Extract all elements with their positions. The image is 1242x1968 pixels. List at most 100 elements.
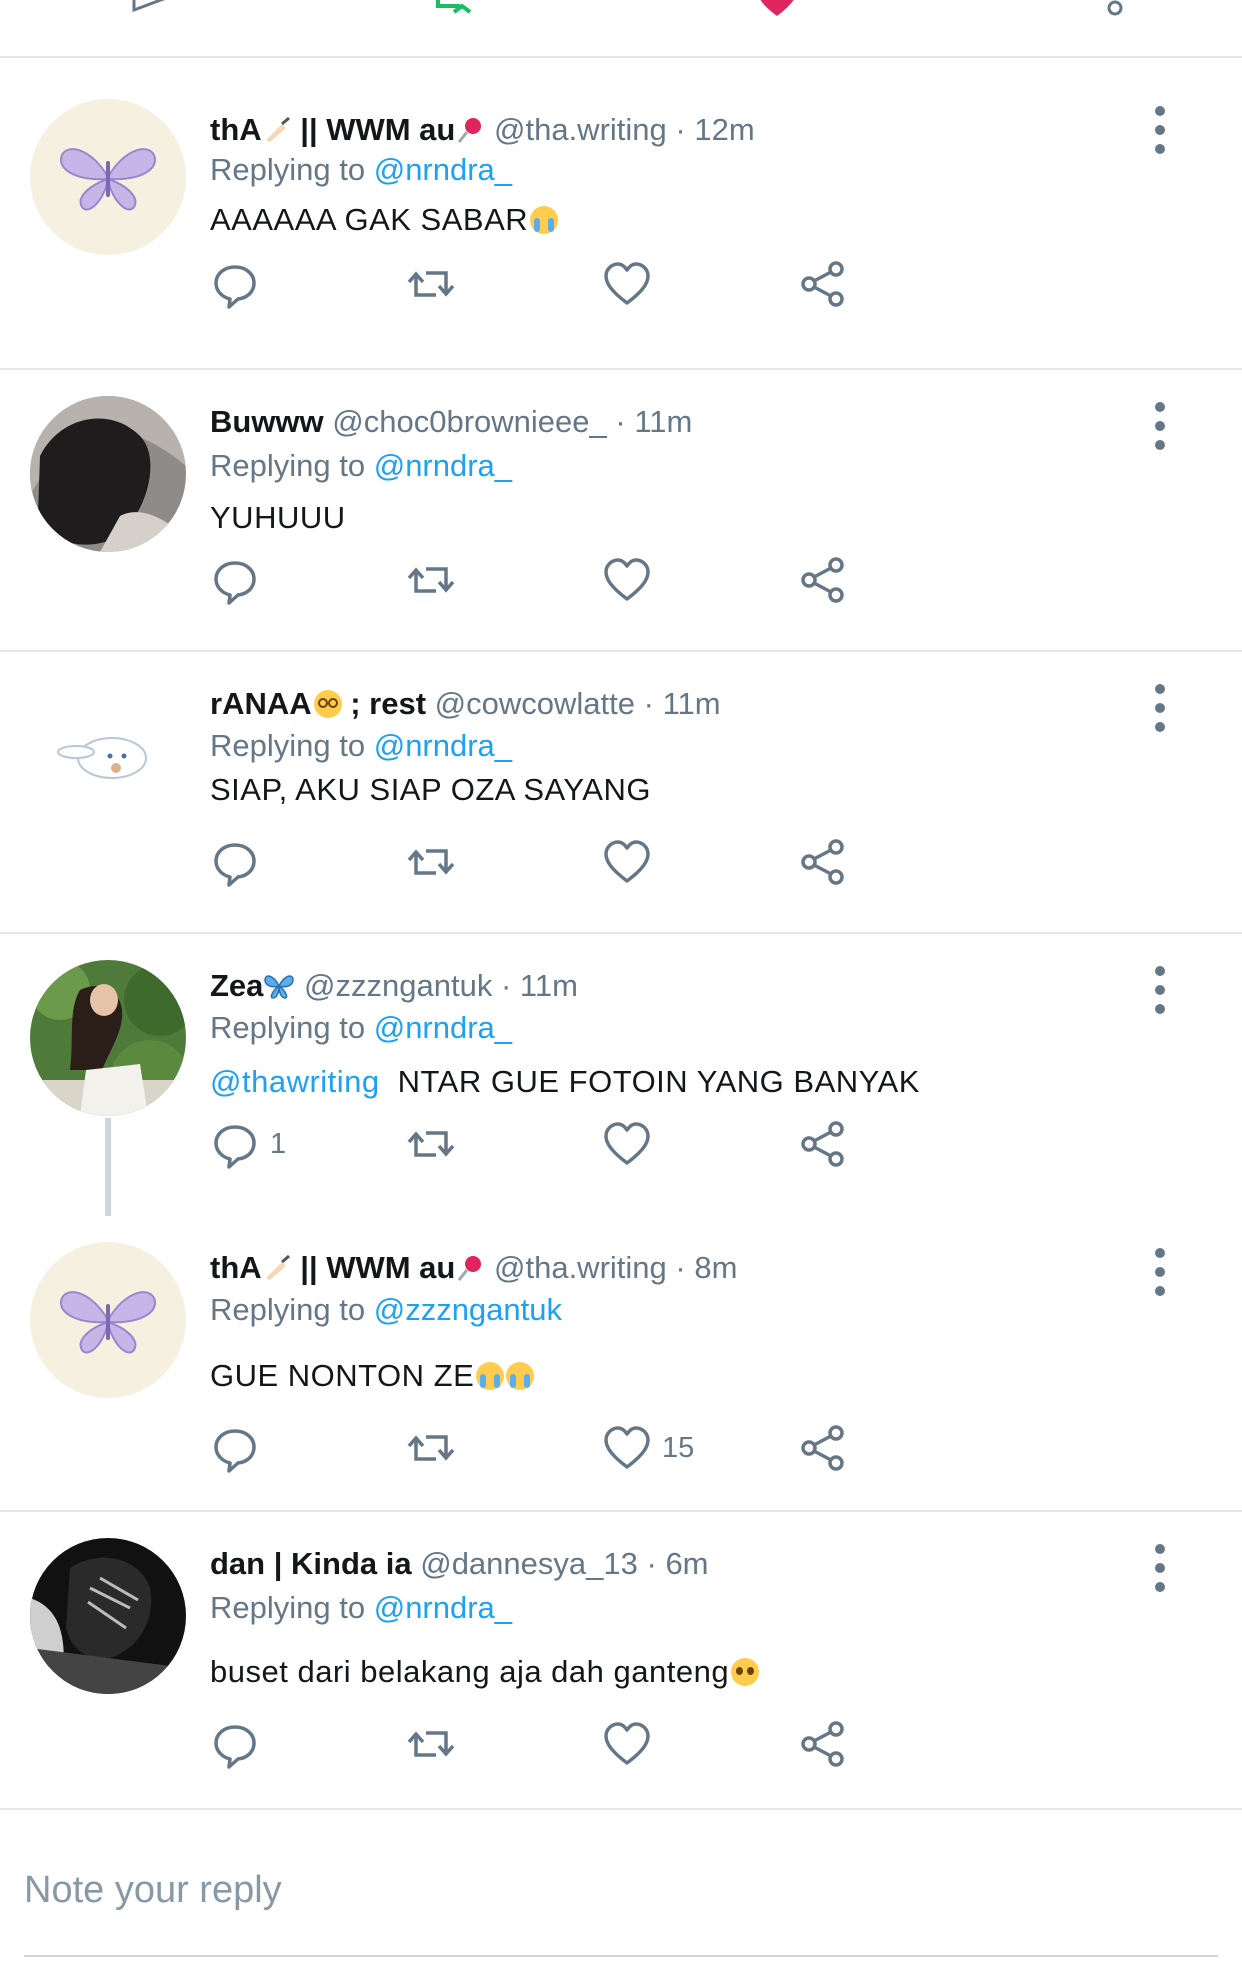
- butterfly-avatar-image: [30, 99, 186, 255]
- share-button[interactable]: [798, 1420, 848, 1476]
- display-name-suffix[interactable]: || WWM au: [292, 1250, 455, 1285]
- more-options-icon[interactable]: [1150, 106, 1170, 154]
- reply-icon: [214, 1429, 256, 1473]
- reply-button[interactable]: [210, 256, 260, 312]
- timestamp[interactable]: 11m: [663, 686, 721, 721]
- tweet-body: GUE NONTON ZE: [210, 1358, 475, 1393]
- loudly-crying-emoji-icon: [530, 206, 559, 234]
- retweet-button[interactable]: [406, 552, 456, 608]
- butterfly-avatar-image: [30, 1242, 186, 1398]
- reply-input[interactable]: [24, 1860, 1214, 1920]
- share-button[interactable]: [798, 1716, 848, 1772]
- tweet-header: thA || WWM au @tha.writing · 12m: [210, 110, 755, 150]
- heart-icon: [604, 262, 650, 305]
- avatar[interactable]: [30, 678, 186, 834]
- like-button[interactable]: 15: [602, 1420, 694, 1476]
- display-name[interactable]: dan | Kinda ia: [210, 1546, 412, 1581]
- display-name[interactable]: thA: [210, 1250, 262, 1285]
- retweet-button[interactable]: [406, 1420, 456, 1476]
- share-button[interactable]: [798, 552, 848, 608]
- retweet-button[interactable]: [406, 1716, 456, 1772]
- retweet-icon-active[interactable]: [430, 0, 480, 18]
- retweet-button[interactable]: [406, 834, 456, 890]
- reply-button[interactable]: [210, 1716, 260, 1772]
- timestamp[interactable]: 11m: [634, 404, 692, 439]
- avatar[interactable]: [30, 396, 186, 552]
- reply-button[interactable]: [210, 1420, 260, 1476]
- share-icon[interactable]: [1100, 0, 1130, 18]
- tweet-item[interactable]: dan | Kinda ia @dannesya_13 · 6m Replyin…: [0, 1512, 1242, 1810]
- photo-avatar-bw-image: [30, 1538, 186, 1694]
- timestamp[interactable]: 11m: [520, 968, 578, 1003]
- tweet-item[interactable]: thA || WWM au @tha.writing · 8m Replying…: [0, 1216, 1242, 1512]
- user-handle[interactable]: @tha.writing: [494, 1250, 667, 1285]
- reply-composer: [0, 1810, 1242, 1968]
- user-handle[interactable]: @zzzngantuk: [304, 968, 492, 1003]
- more-options-icon[interactable]: [1150, 1248, 1170, 1296]
- avatar[interactable]: [30, 99, 186, 255]
- like-button[interactable]: [602, 1116, 652, 1172]
- like-button[interactable]: [602, 1716, 652, 1772]
- display-name[interactable]: thA: [210, 112, 262, 147]
- reply-button[interactable]: [210, 834, 260, 890]
- reply-button[interactable]: [210, 552, 260, 608]
- timestamp[interactable]: 8m: [694, 1250, 737, 1285]
- retweet-button[interactable]: [406, 1116, 456, 1172]
- retweet-icon: [407, 1435, 455, 1461]
- share-icon: [801, 1425, 844, 1471]
- replying-mention-link[interactable]: @nrndra_: [374, 152, 512, 187]
- replying-mention-link[interactable]: @nrndra_: [374, 728, 512, 763]
- more-options-icon[interactable]: [1150, 402, 1170, 450]
- like-button[interactable]: [602, 552, 652, 608]
- tweet-item[interactable]: Buwww @choc0brownieee_ · 11m Replying to…: [0, 370, 1242, 652]
- like-icon-active[interactable]: [755, 0, 799, 18]
- more-options-icon[interactable]: [1150, 1544, 1170, 1592]
- replying-mention-link[interactable]: @nrndra_: [374, 1590, 512, 1625]
- user-handle[interactable]: @tha.writing: [494, 112, 667, 147]
- loudly-crying-emoji-icon: [476, 1362, 505, 1390]
- tweet-body: NTAR GUE FOTOIN YANG BANYAK: [397, 1064, 920, 1099]
- cinnamoroll-avatar-image: [30, 678, 186, 834]
- more-options-icon[interactable]: [1150, 966, 1170, 1014]
- retweet-button[interactable]: [406, 256, 456, 312]
- retweet-icon: [407, 271, 455, 297]
- replying-mention-link[interactable]: @nrndra_: [374, 1010, 512, 1045]
- reply-button[interactable]: 1: [210, 1116, 286, 1172]
- writing-hand-emoji-icon: [265, 1254, 290, 1280]
- avatar[interactable]: [30, 1242, 186, 1398]
- like-count: 15: [662, 1431, 695, 1464]
- user-handle[interactable]: @choc0brownieee_: [332, 404, 606, 439]
- replying-mention-link[interactable]: @nrndra_: [374, 448, 512, 483]
- reply-icon[interactable]: [130, 0, 170, 18]
- display-name[interactable]: Buwww: [210, 404, 324, 439]
- user-handle[interactable]: @cowcowlatte: [435, 686, 635, 721]
- display-name[interactable]: Zea: [210, 968, 263, 1003]
- tweet-item[interactable]: Zea @zzzngantuk · 11m Replying to @nrndr…: [0, 934, 1242, 1216]
- share-icon: [801, 839, 844, 885]
- share-icon: [801, 557, 844, 603]
- user-handle[interactable]: @dannesya_13: [420, 1546, 638, 1581]
- timestamp[interactable]: 6m: [665, 1546, 708, 1581]
- retweet-icon: [407, 1131, 455, 1157]
- display-name-suffix[interactable]: ; rest: [342, 686, 426, 721]
- avatar[interactable]: [30, 960, 186, 1116]
- replying-to: Replying to @nrndra_: [210, 1008, 512, 1048]
- replying-mention-link[interactable]: @zzzngantuk: [374, 1292, 562, 1327]
- tweet-item[interactable]: rANAA ; rest @cowcowlatte · 11m Replying…: [0, 652, 1242, 934]
- loudly-crying-emoji-icon: [506, 1362, 535, 1390]
- avatar[interactable]: [30, 1538, 186, 1694]
- replying-prefix: Replying to: [210, 1292, 366, 1327]
- body-mention-link[interactable]: @thawriting: [210, 1064, 380, 1099]
- more-options-icon[interactable]: [1150, 684, 1170, 732]
- tweet-text: @thawriting NTAR GUE FOTOIN YANG BANYAK: [210, 1062, 920, 1102]
- share-button[interactable]: [798, 1116, 848, 1172]
- share-button[interactable]: [798, 256, 848, 312]
- timestamp[interactable]: 12m: [694, 112, 754, 147]
- tweet-item[interactable]: thA || WWM au @tha.writing · 12m Replyin…: [0, 56, 1242, 370]
- reply-icon: [214, 1125, 256, 1169]
- share-button[interactable]: [798, 834, 848, 890]
- display-name[interactable]: rANAA: [210, 686, 312, 721]
- display-name-suffix[interactable]: || WWM au: [292, 112, 455, 147]
- like-button[interactable]: [602, 256, 652, 312]
- like-button[interactable]: [602, 834, 652, 890]
